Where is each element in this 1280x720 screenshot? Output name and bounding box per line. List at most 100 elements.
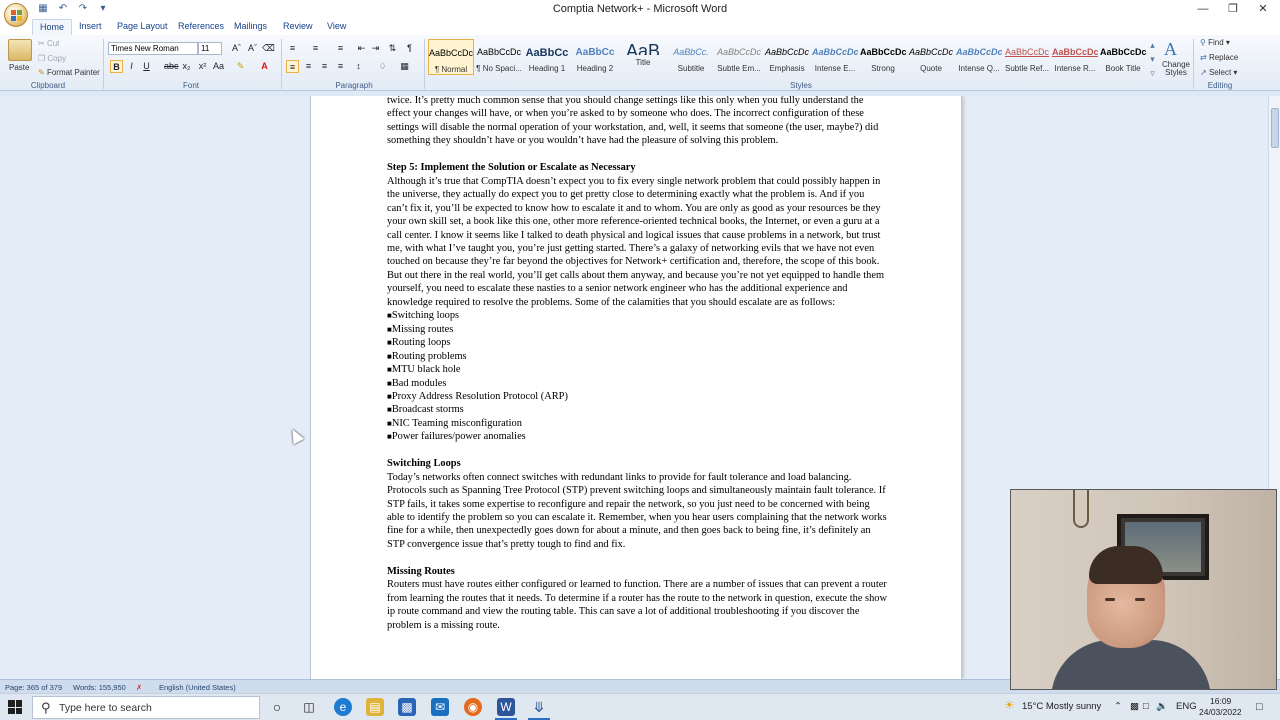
font-size-combo[interactable]: 11 <box>198 42 222 55</box>
style-tile[interactable]: AaBbCcDc Subtle Ref... <box>1004 39 1050 75</box>
edge-icon[interactable]: e <box>334 698 352 716</box>
numbering-icon[interactable]: ≡ <box>309 42 322 55</box>
find-button[interactable]: ⚲ Find ▾ <box>1200 38 1230 47</box>
proofing-icon[interactable]: ✗ <box>136 683 142 692</box>
language-indicator[interactable]: English (United States) <box>159 683 236 692</box>
style-name: ¶ Normal <box>434 65 468 74</box>
clock-time[interactable]: 16:09 <box>1210 696 1231 706</box>
bold-icon[interactable]: B <box>110 60 123 73</box>
tab-mailings[interactable]: Mailings <box>227 19 274 35</box>
cut-button[interactable]: ✂ Cut <box>38 39 59 48</box>
subscript-icon[interactable]: x₂ <box>180 60 193 73</box>
select-button[interactable]: ↗ Select ▾ <box>1200 68 1237 77</box>
firefox-icon[interactable]: ◉ <box>464 698 482 716</box>
style-tile[interactable]: AaBbCcDc Book Title <box>1100 39 1146 75</box>
decrease-indent-icon[interactable]: ⇤ <box>355 42 368 55</box>
clock-date[interactable]: 24/03/2022 <box>1199 707 1242 717</box>
restore-button[interactable]: ❐ <box>1218 1 1248 17</box>
highlight-icon[interactable]: ✎ <box>234 60 247 73</box>
weather-text[interactable]: 15°C Mostly sunny <box>1022 701 1101 712</box>
paste-button[interactable]: Paste <box>9 63 29 72</box>
taskbar-search-box[interactable]: ⚲ Type here to search <box>32 696 260 719</box>
align-center-icon[interactable]: ≡ <box>302 60 315 73</box>
line-spacing-icon[interactable]: ↕ <box>352 60 365 73</box>
shading-icon[interactable]: ♢ <box>376 60 389 73</box>
style-tile[interactable]: AaBbCcDc Intense Q... <box>956 39 1002 75</box>
document-page[interactable]: twice. It’s pretty much common sense tha… <box>310 96 962 679</box>
mail-icon[interactable]: ✉ <box>431 698 449 716</box>
language-tray[interactable]: ENG <box>1176 701 1197 712</box>
tab-home[interactable]: Home <box>32 19 73 35</box>
change-styles-button[interactable]: Change Styles <box>1160 61 1192 77</box>
font-name-combo[interactable]: Times New Roman <box>108 42 198 55</box>
format-painter-button[interactable]: ✎ Format Painter <box>38 68 100 77</box>
style-tile[interactable]: AaBbCc Heading 2 <box>572 39 618 75</box>
store-icon[interactable]: ▩ <box>398 698 416 716</box>
grow-font-icon[interactable]: Aˆ <box>230 42 243 55</box>
style-tile[interactable]: AaBbCcDc Intense E... <box>812 39 858 75</box>
gallery-more-icon[interactable]: ▿ <box>1146 67 1159 80</box>
windows-start-icon[interactable] <box>8 700 22 714</box>
office-button[interactable] <box>4 3 28 27</box>
style-tile[interactable]: AaBbCcDc Intense R... <box>1052 39 1098 75</box>
copy-button[interactable]: ❐ Copy <box>38 54 66 63</box>
justify-icon[interactable]: ≡ <box>334 60 347 73</box>
list-item: MTU black hole <box>387 363 887 376</box>
gallery-down-icon[interactable]: ▾ <box>1146 53 1159 66</box>
tab-review[interactable]: Review <box>276 19 320 35</box>
style-tile[interactable]: AaB Title <box>620 39 666 75</box>
tab-view[interactable]: View <box>320 19 353 35</box>
webcam-overlay <box>1010 489 1277 690</box>
gallery-up-icon[interactable]: ▴ <box>1146 39 1159 52</box>
style-tile[interactable]: AaBbCc Heading 1 <box>524 39 570 75</box>
style-tile[interactable]: AaBbCcDc Emphasis <box>764 39 810 75</box>
style-tile[interactable]: AaBbCcDc Subtle Em... <box>716 39 762 75</box>
change-case-icon[interactable]: Aa <box>212 60 225 73</box>
multilevel-list-icon[interactable]: ≡ <box>334 42 347 55</box>
volume-icon[interactable]: 🔉 <box>1156 701 1168 712</box>
style-tile[interactable]: AaBbCcDc Quote <box>908 39 954 75</box>
tab-references[interactable]: References <box>171 19 231 35</box>
network-icon[interactable]: □ <box>1143 701 1149 712</box>
borders-icon[interactable]: ▦ <box>398 60 411 73</box>
weather-icon[interactable]: ☀ <box>1004 698 1015 712</box>
minimize-button[interactable]: — <box>1188 1 1218 17</box>
style-tile[interactable]: AaBbCcDc ¶ Normal <box>428 39 474 75</box>
close-button[interactable]: ✕ <box>1248 1 1278 17</box>
tab-page-layout[interactable]: Page Layout <box>110 19 175 35</box>
replace-label: Replace <box>1208 53 1239 62</box>
document-body[interactable]: twice. It’s pretty much common sense tha… <box>387 96 887 646</box>
task-view-icon[interactable]: ◫ <box>300 698 318 716</box>
file-explorer-icon[interactable]: ▤ <box>366 698 384 716</box>
clear-format-icon[interactable]: ⌫ <box>262 42 275 55</box>
notifications-icon[interactable]: □ <box>1256 701 1263 713</box>
font-color-icon[interactable]: A <box>258 60 271 73</box>
page-count[interactable]: Page: 365 of 379 <box>5 683 62 692</box>
superscript-icon[interactable]: x² <box>196 60 209 73</box>
underline-icon[interactable]: U <box>140 60 153 73</box>
recorder-icon[interactable]: ⤋ <box>530 698 548 716</box>
scrollbar-thumb[interactable] <box>1271 108 1279 148</box>
align-right-icon[interactable]: ≡ <box>318 60 331 73</box>
strikethrough-icon[interactable]: abc <box>164 60 179 73</box>
align-left-icon[interactable]: ≡ <box>286 60 299 73</box>
italic-icon[interactable]: I <box>125 60 138 73</box>
tab-insert[interactable]: Insert <box>72 19 109 35</box>
style-tile[interactable]: AaBbCcDc ¶ No Spaci... <box>476 39 522 75</box>
word-icon[interactable]: W <box>497 698 515 716</box>
shrink-font-icon[interactable]: Aˇ <box>246 42 259 55</box>
increase-indent-icon[interactable]: ⇥ <box>369 42 382 55</box>
tray-app-icon[interactable]: ▩ <box>1130 701 1139 712</box>
word-count[interactable]: Words: 155,950 <box>73 683 126 692</box>
style-tile[interactable]: AaBbCc. Subtitle <box>668 39 714 75</box>
window-title: Comptia Network+ - Microsoft Word <box>552 3 728 15</box>
show-hidden-icons[interactable]: ⌃ <box>1114 701 1122 712</box>
change-styles-icon[interactable]: A <box>1164 39 1184 60</box>
style-tile[interactable]: AaBbCcDc Strong <box>860 39 906 75</box>
cortana-icon[interactable]: ○ <box>268 698 286 716</box>
paste-icon[interactable] <box>8 39 32 61</box>
bullets-icon[interactable]: ≡ <box>286 42 299 55</box>
sort-icon[interactable]: ⇅ <box>386 42 399 55</box>
replace-button[interactable]: ⇄ Replace <box>1200 53 1238 62</box>
show-marks-icon[interactable]: ¶ <box>403 42 416 55</box>
